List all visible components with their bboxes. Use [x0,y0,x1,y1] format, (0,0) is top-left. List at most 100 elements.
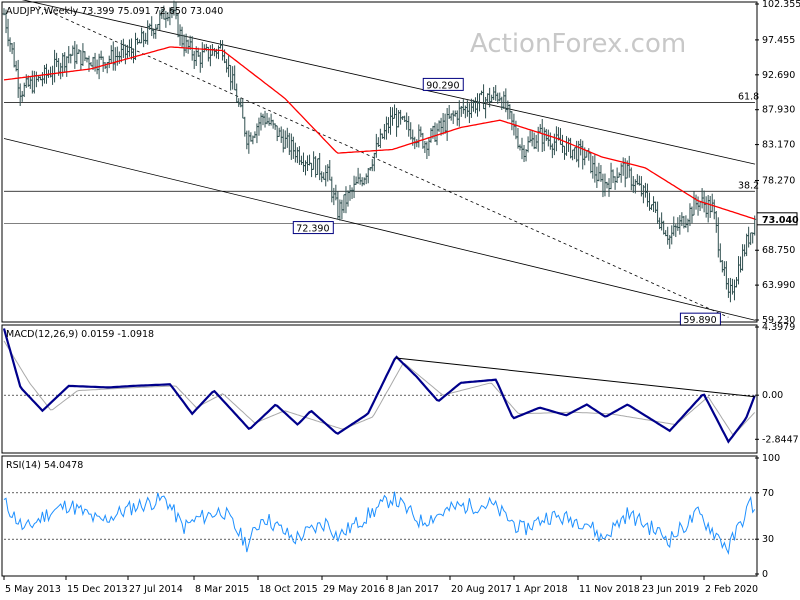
price-bar [419,126,423,138]
price-bar [259,112,263,131]
price-bar [470,98,473,118]
price-bar [300,155,303,166]
price-bar [247,130,251,154]
price-bar [563,145,566,160]
price-bar [627,155,631,178]
price-bar [200,42,204,68]
price-bar [328,160,332,181]
x-axis: 5 May 2013 15 Dec 2013 27 Jul 2014 8 Mar 20… [3,576,758,595]
x-tick-label: 15 Dec 2013 [67,584,128,595]
price-bar [140,27,143,44]
price-bar [146,20,150,45]
price-bar [694,194,698,210]
watermark: ActionForex.com [470,29,686,59]
price-bar [650,204,653,211]
price-bar [28,76,32,89]
price-bar [720,260,724,273]
price-bar [449,113,453,121]
price-bar [540,118,544,152]
annotation-text: 90.290 [426,80,459,91]
price-bar [526,136,530,153]
price-bar [741,244,744,271]
price-bar [706,195,710,223]
macd-pane: MACD(12,26,9) 0.0159 -1.0918 4.3979 0.00 -… [1,322,799,454]
price-bar [81,43,85,66]
price-bar [336,191,340,220]
price-bar [565,136,568,156]
price-bar [751,232,755,244]
annotation-text: 72.390 [296,224,329,235]
price-bar [83,51,87,62]
fib-label: 61.8 [738,92,759,103]
chart-header: AUDJPY,Weekly 73.399 75.091 72.650 73.04… [6,6,223,17]
price-bar [65,56,69,77]
price-bar [735,276,738,288]
price-bar [267,117,271,126]
price-bar [352,175,356,199]
price-bar [374,133,378,158]
price-bar [629,167,633,191]
x-tick-label: 5 May 2013 [5,584,61,595]
price-bar [666,226,670,245]
price-bar [296,147,299,164]
price-bar [587,148,591,161]
price-bar [417,124,421,148]
price-bar [348,184,352,201]
price-bar [385,116,388,140]
price-bar [421,132,425,149]
price-bar [289,133,293,160]
price-bar [342,194,346,214]
price-bar [107,55,111,69]
price-bar [101,56,105,72]
x-tick-label: 27 Jul 2014 [129,584,183,595]
price-bar [445,107,449,141]
price-bar [320,171,324,183]
rsi-y-tick-label: 30 [762,534,774,545]
x-tick-label: 29 May 2016 [323,584,385,595]
price-bar [423,140,427,154]
price-bar [399,109,403,125]
price-bar [595,166,599,188]
price-bar [500,96,504,110]
y-tick-label: 78.270 [762,175,795,186]
price-bar [652,196,655,213]
price-bar [227,55,231,78]
price-bar [597,162,601,182]
price-bar [722,261,726,276]
price-bar [273,123,277,130]
macd-y-tick-label: -2.8447 [762,434,799,445]
price-bar [528,130,532,143]
price-bar [293,142,297,163]
x-tick-label: 20 Aug 2017 [451,584,512,595]
price-bar [121,38,125,58]
price-bar [476,93,479,117]
macd-y-tick-label: 0.00 [762,390,783,401]
x-tick-label: 8 Jan 2017 [388,584,439,595]
price-bar [85,57,89,63]
price-bar [332,187,336,206]
price-bar [455,110,459,126]
price-bar [548,132,552,150]
price-bar [383,123,386,140]
price-bar [433,122,437,142]
price-bar [281,129,285,153]
price-bar [494,85,498,101]
x-tick-label: 23 Jun 2019 [642,584,699,595]
price-bar [749,232,753,246]
price-bar [550,143,554,159]
rsi-y-tick-label: 70 [762,488,774,499]
price-bar [279,126,283,143]
price-bar [646,183,649,207]
x-tick-label: 11 Nov 2018 [579,584,640,595]
price-bar [660,212,664,231]
price-annotation: 90.290 [422,77,464,91]
rsi-line [3,491,756,555]
price-annotation: 72.390 [292,221,334,235]
price-bar [642,184,645,204]
price-bar [502,91,506,110]
price-bar [302,152,305,173]
price-bar [457,100,461,127]
price-bar [692,191,696,216]
price-bar [532,132,536,150]
price-bar [63,52,67,73]
